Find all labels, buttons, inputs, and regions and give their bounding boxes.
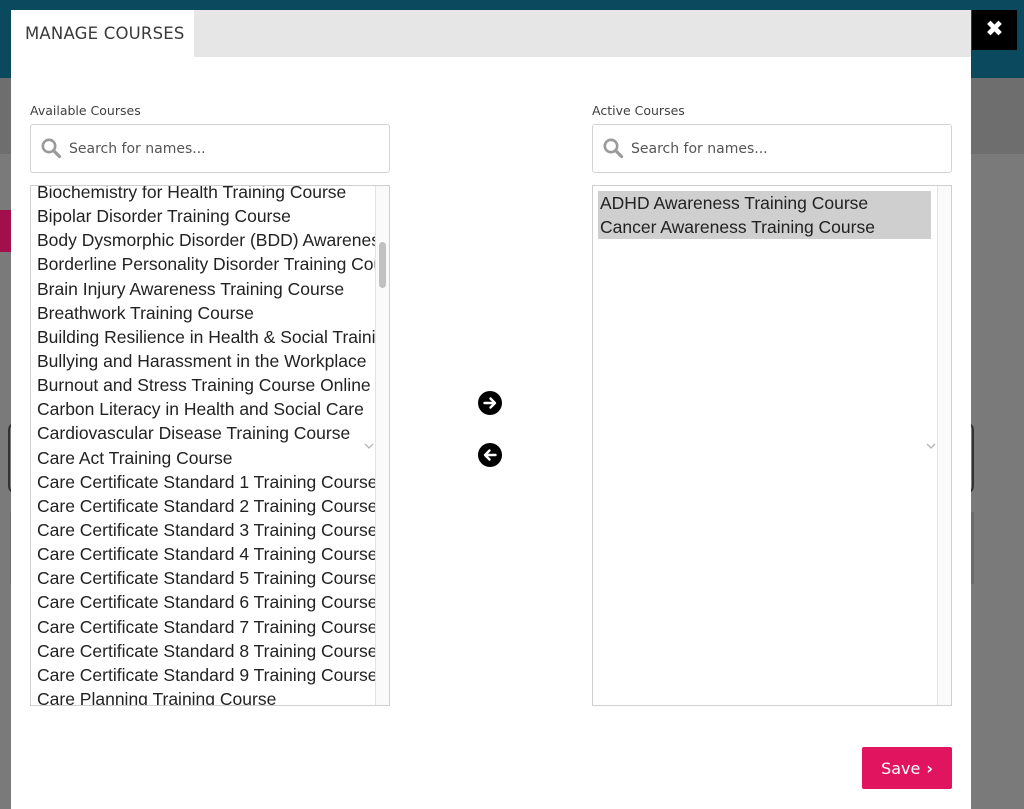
active-search-box[interactable]: [592, 124, 952, 173]
list-item[interactable]: Brain Injury Awareness Training Course: [37, 277, 375, 301]
list-item[interactable]: Care Act Training Course: [37, 446, 375, 470]
save-button[interactable]: Save ›: [862, 747, 952, 789]
manage-courses-modal: MANAGE COURSES Available Courses Biochem…: [11, 10, 971, 809]
list-item[interactable]: Body Dysmorphic Disorder (BDD) Awareness: [37, 228, 375, 252]
list-item[interactable]: Care Certificate Standard 7 Training Cou…: [37, 615, 375, 639]
active-courses-label: Active Courses: [592, 103, 685, 118]
close-modal-button[interactable]: ✖: [972, 10, 1017, 50]
active-scrollbar[interactable]: [937, 186, 951, 705]
list-item[interactable]: Burnout and Stress Training Course Onlin…: [37, 373, 375, 397]
list-item[interactable]: Care Certificate Standard 6 Training Cou…: [37, 590, 375, 614]
chevron-down-icon: [364, 443, 374, 449]
move-left-button[interactable]: [478, 443, 502, 467]
available-scroll-thumb[interactable]: [379, 242, 386, 288]
list-item[interactable]: Breathwork Training Course: [37, 301, 375, 325]
list-item[interactable]: Cancer Awareness Training Course: [598, 215, 931, 239]
search-icon: [41, 138, 62, 159]
available-list-items: Biochemistry for Health Training Course B…: [37, 186, 375, 705]
list-item[interactable]: Bullying and Harassment in the Workplace: [37, 349, 375, 373]
chevron-down-icon: [926, 443, 936, 449]
list-item[interactable]: Care Certificate Standard 3 Training Cou…: [37, 518, 375, 542]
move-right-button[interactable]: [478, 391, 502, 415]
list-item[interactable]: Carbon Literacy in Health and Social Car…: [37, 397, 375, 421]
available-courses-label: Available Courses: [30, 103, 141, 118]
list-item[interactable]: Biochemistry for Health Training Course: [37, 186, 375, 204]
chevron-right-icon: ›: [926, 758, 933, 778]
list-item[interactable]: Care Certificate Standard 9 Training Cou…: [37, 663, 375, 687]
active-search-input[interactable]: [631, 133, 931, 165]
save-label: Save: [881, 758, 921, 778]
list-item[interactable]: Care Certificate Standard 1 Training Cou…: [37, 470, 375, 494]
available-courses-list[interactable]: Biochemistry for Health Training Course B…: [30, 185, 390, 706]
list-item[interactable]: Borderline Personality Disorder Training…: [37, 252, 375, 276]
arrow-left-icon: [483, 449, 497, 461]
list-item[interactable]: Care Certificate Standard 5 Training Cou…: [37, 566, 375, 590]
list-item[interactable]: Care Certificate Standard 2 Training Cou…: [37, 494, 375, 518]
modal-tab-bar: MANAGE COURSES: [11, 10, 971, 57]
list-item[interactable]: Cardiovascular Disease Training Course: [37, 421, 375, 445]
list-item[interactable]: ADHD Awareness Training Course: [598, 191, 931, 215]
list-item[interactable]: Care Certificate Standard 4 Training Cou…: [37, 542, 375, 566]
list-item[interactable]: Care Planning Training Course: [37, 687, 375, 705]
modal-title-tab[interactable]: MANAGE COURSES: [11, 10, 194, 57]
list-item[interactable]: Bipolar Disorder Training Course: [37, 204, 375, 228]
list-item[interactable]: Care Certificate Standard 8 Training Cou…: [37, 639, 375, 663]
arrow-right-icon: [483, 397, 497, 409]
active-courses-list[interactable]: ADHD Awareness Training Course Cancer Awa…: [592, 185, 952, 706]
active-list-items: ADHD Awareness Training Course Cancer Awa…: [598, 191, 931, 239]
search-icon: [603, 138, 624, 159]
available-search-input[interactable]: [69, 133, 369, 165]
available-scrollbar[interactable]: [375, 186, 389, 705]
list-item[interactable]: Building Resilience in Health & Social T…: [37, 325, 375, 349]
available-search-box[interactable]: [30, 124, 390, 173]
